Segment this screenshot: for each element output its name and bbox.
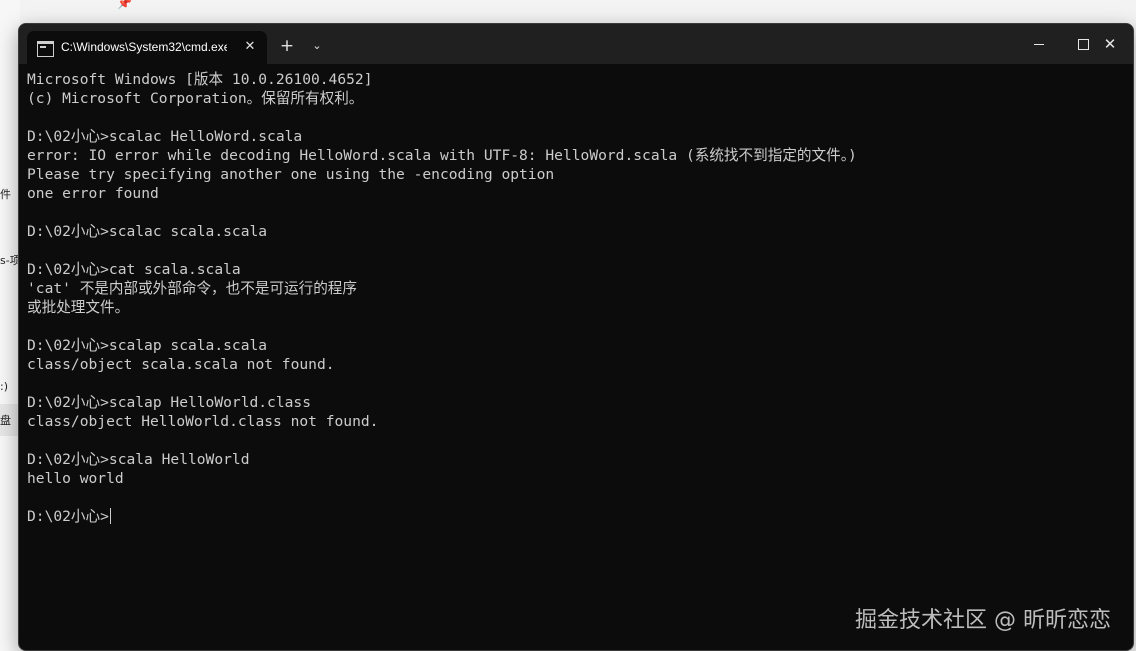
console-output[interactable]: Microsoft Windows [版本 10.0.26100.4652] (…	[27, 70, 1117, 526]
console-line: class/object scala.scala not found.	[27, 356, 335, 373]
new-tab-button[interactable]: +	[275, 34, 299, 58]
console-line: Please try specifying another one using …	[27, 166, 555, 183]
tab-close-icon[interactable]: ✕	[239, 36, 261, 58]
pin-icon: 📌	[117, 0, 132, 10]
prompt-line[interactable]: D:\02小心>	[27, 507, 1117, 526]
title-bar[interactable]: C:\Windows\System32\cmd.exe ✕ + ⌄ ✕	[19, 24, 1133, 64]
chevron-down-icon[interactable]: ⌄	[306, 34, 328, 58]
background-text-fragment: s-项	[0, 254, 18, 267]
command-prompt: D:\02小心>	[27, 508, 109, 525]
background-window-strip: 件 s-项 :) 盘	[0, 0, 20, 651]
text-cursor	[109, 508, 111, 524]
terminal-window: C:\Windows\System32\cmd.exe ✕ + ⌄ ✕ Micr…	[18, 23, 1134, 651]
console-line: 'cat' 不是内部或外部命令，也不是可运行的程序	[27, 280, 358, 297]
background-text-fragment: :)	[0, 380, 8, 393]
minimize-button[interactable]	[1017, 30, 1061, 58]
close-button[interactable]: ✕	[1087, 30, 1133, 58]
console-line: D:\02小心>cat scala.scala	[27, 261, 241, 278]
tab-title: C:\Windows\System32\cmd.exe	[61, 40, 227, 54]
watermark: 掘金技术社区 @ 昕昕恋恋	[855, 608, 1111, 633]
console-line: D:\02小心>scala HelloWorld	[27, 451, 250, 468]
console-line: D:\02小心>scalap scala.scala	[27, 337, 268, 354]
console-line: D:\02小心>scalap HelloWorld.class	[27, 394, 311, 411]
background-text-fragment: 件	[0, 188, 11, 201]
terminal-tab[interactable]: C:\Windows\System32\cmd.exe ✕	[27, 31, 267, 64]
console-line: hello world	[27, 470, 124, 487]
minimize-icon	[1034, 44, 1044, 45]
cmd-icon	[37, 41, 54, 57]
console-line: (c) Microsoft Corporation。保留所有权利。	[27, 90, 364, 107]
console-line: Microsoft Windows [版本 10.0.26100.4652]	[27, 71, 373, 88]
console-line: 或批处理文件。	[27, 299, 130, 316]
console-line: class/object HelloWorld.class not found.	[27, 413, 379, 430]
console-line: error: IO error while decoding HelloWord…	[27, 147, 857, 164]
console-line: D:\02小心>scalac HelloWord.scala	[27, 128, 303, 145]
console-line: one error found	[27, 185, 159, 202]
console-line: D:\02小心>scalac scala.scala	[27, 223, 268, 240]
background-text-fragment: 盘	[0, 414, 11, 427]
close-icon: ✕	[1103, 35, 1117, 53]
